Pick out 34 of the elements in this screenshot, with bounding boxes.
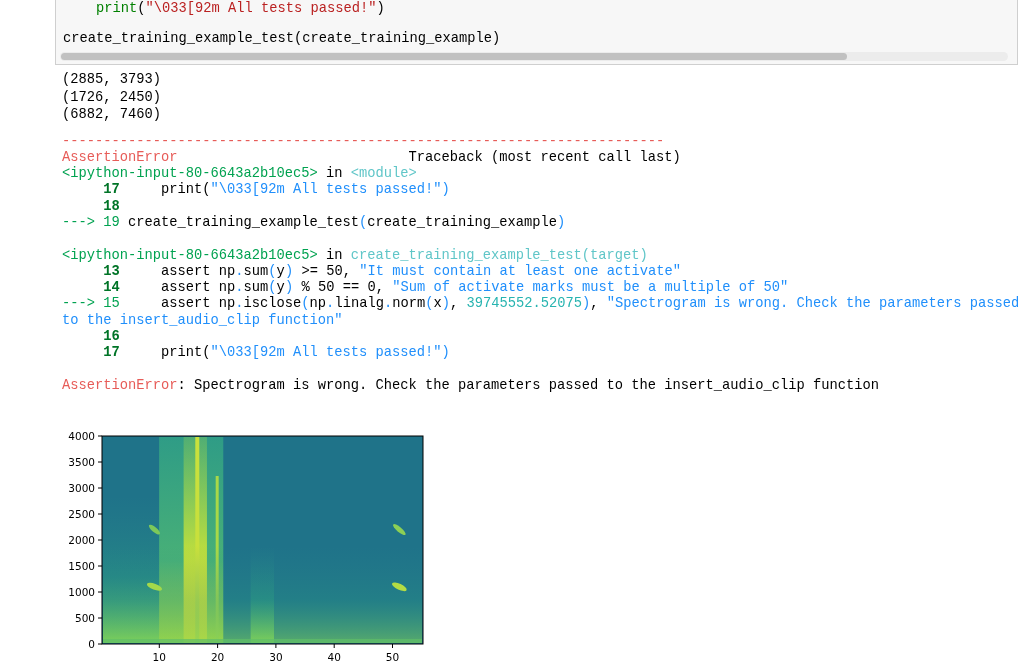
traceback-line: 16 <box>102 329 121 346</box>
axis-tick-label: 40 <box>327 651 341 664</box>
horizontal-scrollbar[interactable] <box>60 52 1008 61</box>
traceback-line: ---> 15 assert np.isclose(np.linalg.norm(x), 39745552.52075), "Spectrogram is wrong. Check the parameters passed to the insert_audio_clip function" <box>62 296 1021 330</box>
code-line: print("\033[92m All tests passed!") <box>95 1 386 16</box>
code-line: create_training_example_test(create_training_example) <box>63 31 502 46</box>
traceback-line: ------------------------------------------------------------------------- <box>62 133 666 150</box>
axis-tick-label: 50 <box>385 651 400 664</box>
axis-tick-label: 3000 <box>68 482 95 495</box>
axis-tick-label: 3500 <box>68 456 95 469</box>
output-line: (2885, 3793) <box>62 71 163 89</box>
traceback-line: 13 assert np.sum(y) >= 50, "It must contain at least one activate" <box>102 263 682 280</box>
traceback-line: AssertionError: Spectrogram is wrong. Check the parameters passed to the insert_audio_clip function <box>62 377 880 395</box>
traceback-line: AssertionError Traceback (most recent call last) <box>62 149 682 166</box>
axis-tick-label: 0 <box>88 638 95 651</box>
axis-tick-label: 2500 <box>68 508 95 521</box>
traceback-line: 17 print("\033[92m All tests passed!") <box>102 345 451 362</box>
traceback-line: <ipython-input-80-6643a2b10ec5> in create_training_example_test(target) <box>62 247 649 264</box>
output-line: (1726, 2450) <box>62 88 163 106</box>
traceback-line: 17 print("\033[92m All tests passed!") <box>102 182 451 199</box>
output-line: (6882, 7460) <box>62 106 163 124</box>
axis-tick-label: 30 <box>269 651 283 664</box>
code-cell[interactable]: print("\033[92m All tests passed!") create_training_example_test(create_training_example) <box>55 0 1018 65</box>
axis-tick-label: 1000 <box>68 586 95 599</box>
axis-tick-label: 20 <box>210 651 225 664</box>
traceback-line: 14 assert np.sum(y) % 50 == 0, "Sum of activate marks must be a multiple of 50" <box>102 280 790 296</box>
axis-tick-label: 1500 <box>68 560 95 573</box>
axis-tick-label: 2000 <box>68 534 95 547</box>
axis-tick-label: 10 <box>152 651 166 664</box>
axis-tick-label: 4000 <box>68 430 95 443</box>
traceback-line: ---> 19 create_training_example_test(create_training_example) <box>62 215 567 232</box>
traceback-line: <ipython-input-80-6643a2b10ec5> in <module> <box>62 166 418 182</box>
traceback-line: 18 <box>102 198 121 215</box>
axis-tick-label: 500 <box>74 612 95 625</box>
